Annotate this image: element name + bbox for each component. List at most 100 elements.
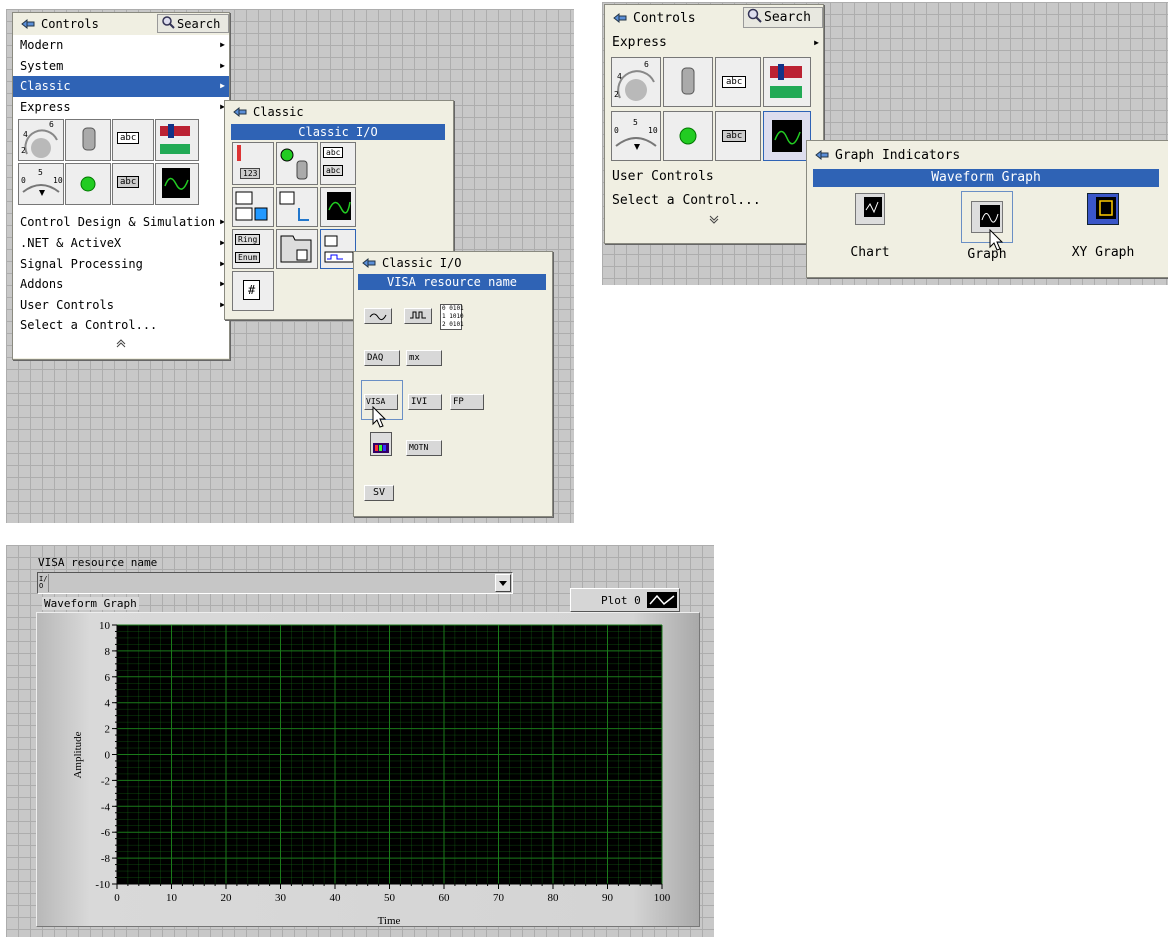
numeric-slide-tile[interactable]: 0 5 10: [18, 163, 64, 206]
thumbtack-icon[interactable]: [19, 17, 37, 31]
controls-palette-titlebar[interactable]: Controls Search: [13, 13, 229, 35]
menu-item-dotnet-activex[interactable]: .NET & ActiveX ▶: [13, 233, 229, 254]
right-search-button[interactable]: Search: [743, 7, 823, 28]
classic-string-tile[interactable]: abc abc: [320, 142, 356, 185]
menu-item-select-control[interactable]: Select a Control...: [13, 315, 229, 336]
thumbtack-icon[interactable]: [231, 105, 249, 119]
led-tile[interactable]: [65, 163, 111, 206]
waveform-plot-area[interactable]: 1086420-2-4-6-8-10 0 10 20 30 40 50 60 70 80 90 10…: [37, 613, 701, 928]
abc-text: abc: [323, 165, 344, 176]
numeric-controls-tile[interactable]: 6 4 2: [611, 57, 661, 107]
visa-dropdown-button[interactable]: [495, 574, 511, 592]
menu-item-control-design[interactable]: Control Design & Simulation ▶: [13, 212, 229, 233]
motn-text: MOTN: [409, 443, 429, 452]
express-tile-grid: 6 4 2 abc 0 5 10 abc: [18, 119, 229, 212]
chart-label: Chart: [850, 245, 890, 260]
graph-indicators-tile[interactable]: [155, 163, 199, 206]
classic-containers-tile[interactable]: [276, 229, 318, 269]
plot-legend-label: Plot 0: [601, 593, 641, 607]
x-axis: 0 10 20 30 40 50 60 70 80 90 100: [114, 883, 671, 904]
user-controls-tile[interactable]: [763, 57, 811, 107]
collapse-chevron-icon[interactable]: [13, 336, 229, 354]
classic-numeric-tile[interactable]: 123: [232, 142, 274, 185]
menu-item-select-control-right[interactable]: Select a Control...: [605, 189, 823, 213]
xy-graph-indicator-item[interactable]: XY Graph: [1063, 193, 1143, 269]
magnifier-icon: [747, 8, 762, 27]
menu-item-express-right[interactable]: Express ▶: [605, 31, 823, 55]
thumbtack-icon[interactable]: [813, 148, 831, 162]
mx-text: mx: [409, 353, 420, 363]
menu-item-modern[interactable]: Modern ▶: [13, 35, 229, 56]
expand-chevron-icon[interactable]: [605, 213, 823, 231]
string-indicator-tile[interactable]: abc: [112, 163, 154, 206]
visa-text: VISA: [366, 397, 386, 406]
graph-indicators-tile[interactable]: [763, 111, 811, 161]
led-tile[interactable]: [663, 111, 713, 161]
visa-resource-control[interactable]: I/O: [37, 572, 513, 594]
user-controls-tile[interactable]: [155, 119, 199, 162]
text-controls-tile[interactable]: abc: [112, 119, 154, 162]
abc-text: abc: [323, 147, 344, 158]
visa-resource-value[interactable]: [48, 574, 495, 592]
daqmx-tile[interactable]: mx: [406, 350, 442, 366]
numeric-slide-tile[interactable]: 0 5 10: [611, 111, 661, 161]
fieldpoint-tile[interactable]: FP: [450, 394, 484, 410]
y-tick-label: 10: [99, 620, 111, 632]
slide-lo-label: 0: [614, 126, 619, 135]
imaq-session-tile[interactable]: [370, 432, 392, 456]
buttons-switches-tile[interactable]: [65, 119, 111, 162]
mouse-cursor-icon: [989, 228, 1005, 256]
menu-item-classic[interactable]: Classic ▶: [13, 76, 229, 97]
x-tick-label: 50: [384, 892, 396, 904]
visa-resource-label: VISA resource name: [38, 556, 158, 569]
graph-indicators-grid: Chart Graph XY Graph: [807, 187, 1168, 275]
magnifier-icon: [161, 15, 175, 32]
digital-data-tile[interactable]: 0 0101 1 1010 2 0101: [440, 304, 464, 330]
shared-variable-tile[interactable]: SV: [364, 485, 394, 501]
right-controls-titlebar[interactable]: Controls Search: [605, 5, 823, 31]
numeric-controls-tile[interactable]: 6 4 2: [18, 119, 64, 162]
classic-list-table-tile[interactable]: [276, 187, 318, 227]
menu-item-addons[interactable]: Addons ▶: [13, 274, 229, 295]
classic-refnum-tile[interactable]: #: [232, 271, 274, 311]
buttons-switches-tile[interactable]: [663, 57, 713, 107]
ivi-logical-name-tile[interactable]: IVI: [408, 394, 442, 410]
classic-palette-titlebar[interactable]: Classic: [225, 101, 453, 123]
classic-boolean-tile[interactable]: [276, 142, 318, 185]
menu-item-label: Express: [612, 35, 667, 50]
waveform-control-tile[interactable]: [364, 308, 392, 324]
plot-legend[interactable]: Plot 0: [570, 588, 680, 612]
graph-label: Graph: [967, 247, 1007, 262]
menu-item-label: User Controls: [612, 169, 714, 184]
text-controls-tile[interactable]: abc: [715, 57, 761, 107]
chart-indicator-item[interactable]: Chart: [845, 193, 895, 269]
thumbtack-icon[interactable]: [360, 256, 378, 270]
graph-indicators-titlebar[interactable]: Graph Indicators: [807, 141, 1168, 169]
menu-item-system[interactable]: System ▶: [13, 56, 229, 77]
x-tick-label: 0: [114, 892, 120, 904]
menu-item-user-controls[interactable]: User Controls ▶: [13, 295, 229, 316]
menu-item-user-controls-right[interactable]: User Controls: [605, 165, 823, 189]
plot-line-icon: [646, 592, 677, 608]
classic-io-tile[interactable]: [320, 229, 356, 269]
motion-resource-tile[interactable]: MOTN: [406, 440, 442, 456]
menu-item-express[interactable]: Express ▶: [13, 97, 229, 118]
classic-io-palette: Classic I/O VISA resource name 0 0101 1 …: [353, 251, 553, 517]
y-tick-label: -2: [101, 775, 110, 787]
classic-graph-tile[interactable]: [320, 187, 356, 227]
classic-ring-enum-tile[interactable]: Ring Enum: [232, 229, 274, 269]
waveform-graph-label: Waveform Graph: [42, 597, 139, 610]
digital-waveform-tile[interactable]: [404, 308, 432, 324]
thumbtack-icon[interactable]: [611, 11, 629, 25]
classic-array-tile[interactable]: [232, 187, 274, 227]
menu-item-signal-processing[interactable]: Signal Processing ▶: [13, 254, 229, 275]
controls-palette-list: Modern ▶ System ▶ Classic ▶ Express ▶ 6 4 2 …: [13, 35, 229, 358]
search-button[interactable]: Search: [157, 14, 229, 33]
classic-io-palette-titlebar[interactable]: Classic I/O: [354, 252, 552, 274]
xy-graph-icon: [1087, 193, 1119, 225]
x-tick-label: 10: [166, 892, 178, 904]
daq-channel-tile[interactable]: DAQ: [364, 350, 400, 366]
string-indicator-tile[interactable]: abc: [715, 111, 761, 161]
graph-indicator-item[interactable]: Graph: [957, 191, 1017, 269]
slide-hi-label: 10: [53, 176, 63, 186]
